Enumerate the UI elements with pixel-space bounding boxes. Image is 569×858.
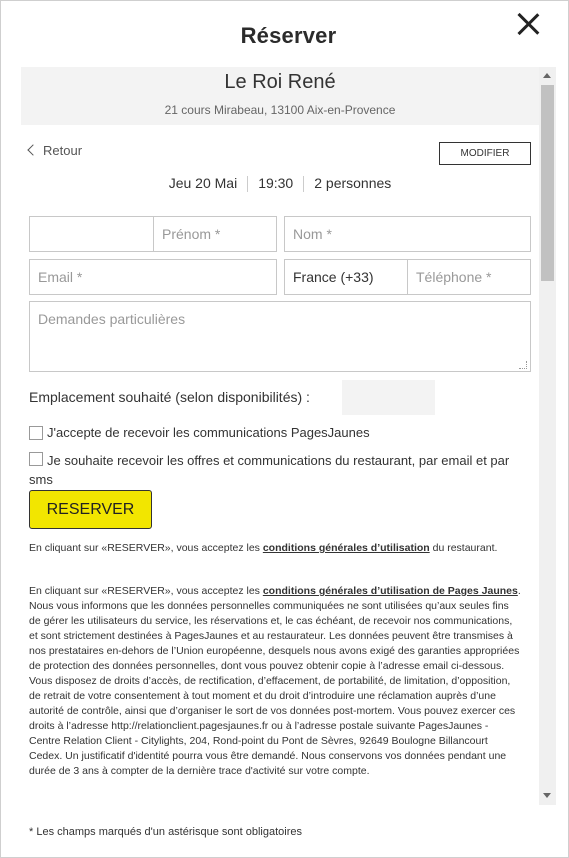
booking-date: Jeu 20 Mai: [168, 175, 238, 191]
restaurant-header: Le Roi René 21 cours Mirabeau, 13100 Aix…: [21, 67, 539, 125]
scroll-area[interactable]: Le Roi René 21 cours Mirabeau, 13100 Aix…: [21, 67, 556, 805]
scrollbar-thumb[interactable]: [541, 85, 554, 281]
location-select[interactable]: [342, 380, 435, 415]
booking-time: 19:30: [258, 175, 294, 191]
special-requests-placeholder: Demandes particulières: [38, 311, 186, 327]
lastname-input[interactable]: Nom *: [284, 216, 531, 252]
back-link[interactable]: Retour: [27, 143, 83, 158]
optin-pagesjaunes-checkbox[interactable]: [29, 426, 43, 440]
pagesjaunes-terms-link[interactable]: conditions générales d’utilisation de Pa…: [263, 585, 518, 597]
restaurant-name: Le Roi René: [224, 71, 336, 93]
booking-summary: Jeu 20 Mai 19:30 2 personnes: [21, 175, 539, 193]
dialog-title: Réserver: [240, 23, 337, 48]
scroll-down-arrow-icon[interactable]: [543, 793, 551, 798]
chevron-left-icon: [27, 144, 39, 156]
modify-button[interactable]: MODIFIER: [439, 142, 531, 165]
location-label: Emplacement souhaité (selon disponibilit…: [29, 389, 310, 405]
divider: [247, 176, 249, 193]
booking-guests: 2 personnes: [314, 175, 392, 191]
back-label: Retour: [43, 143, 83, 158]
phone-input[interactable]: Téléphone *: [407, 259, 531, 295]
scroll-up-arrow-icon[interactable]: [543, 73, 551, 78]
reservation-dialog: Réserver Le Roi René 21 cours Mirabeau, …: [0, 0, 569, 858]
optin-restaurant-label: Je souhaite recevoir les offres et commu…: [29, 453, 510, 487]
vertical-scrollbar[interactable]: [539, 67, 556, 805]
civility-select[interactable]: [29, 216, 154, 252]
email-placeholder: Email *: [38, 269, 83, 285]
country-code-value: France (+33): [293, 269, 374, 285]
lastname-placeholder: Nom *: [293, 226, 332, 242]
restaurant-terms-link[interactable]: conditions générales d’utilisation: [263, 542, 430, 554]
special-requests-textarea[interactable]: Demandes particulières: [29, 301, 531, 372]
legal-restaurant-text: En cliquant sur «RESERVER», vous accepte…: [29, 542, 498, 554]
firstname-input[interactable]: Prénom *: [153, 216, 277, 252]
legal-pagesjaunes-text: En cliquant sur «RESERVER», vous accepte…: [29, 585, 521, 777]
resize-handle-icon[interactable]: [519, 361, 527, 369]
required-fields-note: * Les champs marqués d'un astérisque son…: [29, 826, 302, 838]
optin-pagesjaunes-label: J'accepte de recevoir les communications…: [47, 425, 370, 440]
email-input[interactable]: Email *: [29, 259, 277, 295]
firstname-placeholder: Prénom *: [162, 226, 221, 242]
divider: [303, 176, 305, 193]
phone-placeholder: Téléphone *: [416, 269, 492, 285]
country-code-select[interactable]: France (+33): [284, 259, 408, 295]
reserve-button[interactable]: RESERVER: [29, 490, 152, 529]
restaurant-address: 21 cours Mirabeau, 13100 Aix-en-Provence: [164, 103, 396, 117]
